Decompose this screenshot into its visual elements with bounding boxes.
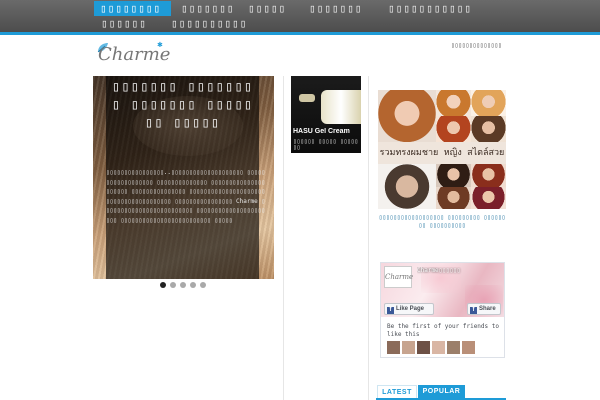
- top-navigation: ▯▯▯▯▯▯▯▯ ▯▯▯▯▯▯▯ ▯▯▯▯▯ ▯▯▯▯▯▯▯ ▯▯▯▯▯▯▯▯▯…: [0, 0, 600, 34]
- nav-item-7[interactable]: ▯▯▯▯▯▯▯▯▯▯: [171, 16, 249, 31]
- friend-avatar[interactable]: [402, 341, 415, 354]
- slider-dot[interactable]: [200, 282, 206, 288]
- facebook-icon: f: [470, 307, 477, 314]
- friend-avatar[interactable]: [432, 341, 445, 354]
- ad-photo: [471, 90, 506, 116]
- tab-popular[interactable]: POPULAR: [418, 385, 465, 399]
- like-page-button[interactable]: f Like Page: [384, 303, 434, 315]
- slider-dot[interactable]: [160, 282, 166, 288]
- friend-avatar[interactable]: [447, 341, 460, 354]
- column-divider-left: [283, 76, 284, 400]
- nav-item-6[interactable]: ▯▯▯▯▯▯: [101, 16, 155, 31]
- facebook-page-plugin: Charme Charme▯▯▯▯▯▯ f Like Page f Share Be…: [380, 262, 505, 358]
- nav-item-1[interactable]: ▯▯▯▯▯▯▯▯: [94, 1, 171, 16]
- ad-photo: [378, 164, 436, 209]
- ad-caption[interactable]: ▯▯▯▯▯▯▯▯▯▯▯▯▯▯▯▯▯▯ ▯▯▯▯▯▯▯▯▯ ▯▯▯▯▯▯▯▯ ▯▯…: [378, 214, 506, 230]
- post-subtitle: ▯▯▯▯▯▯ ▯▯▯▯▯ ▯▯▯▯▯▯▯: [293, 139, 359, 151]
- friend-avatar[interactable]: [462, 341, 475, 354]
- nav-item-5[interactable]: ▯▯▯▯▯▯▯▯▯▯▯: [388, 1, 481, 16]
- facebook-friends-text: Be the first of your friends to like thi…: [387, 323, 499, 338]
- ad-photo: [436, 164, 471, 187]
- slider-dot[interactable]: [170, 282, 176, 288]
- ad-photo: [471, 116, 506, 142]
- share-label: Share: [479, 306, 496, 312]
- header-right-text[interactable]: ▯▯▯▯▯▯▯▯▯▯▯▯▯▯: [451, 42, 511, 52]
- nav-item-4[interactable]: ▯▯▯▯▯▯▯: [309, 1, 371, 16]
- facebook-page-avatar[interactable]: Charme: [384, 266, 413, 288]
- post-title[interactable]: HASU Gel Cream: [293, 128, 359, 138]
- facebook-icon: f: [387, 307, 394, 314]
- friend-avatar[interactable]: [387, 341, 400, 354]
- ad-photo: [436, 90, 471, 116]
- nav-item-3[interactable]: ▯▯▯▯▯: [248, 1, 293, 16]
- tab-latest[interactable]: LATEST: [377, 385, 417, 399]
- like-page-label: Like Page: [396, 306, 425, 312]
- slide-title[interactable]: ▯▯▯▯▯▯▯ ▯▯▯▯▯▯▯▯ ▯▯▯▯▯▯▯ ▯▯▯▯▯▯▯ ▯▯▯▯▯: [109, 78, 256, 164]
- share-button[interactable]: f Share: [467, 303, 501, 315]
- slider-dot[interactable]: [180, 282, 186, 288]
- ad-photo: [436, 187, 471, 209]
- nav-accent-stripe: [0, 32, 600, 35]
- nav-item-2[interactable]: ▯▯▯▯▯▯▯: [181, 1, 233, 16]
- ad-photo: [471, 187, 506, 209]
- star-icon: ✱: [157, 41, 163, 49]
- product-jar-image: [321, 90, 361, 124]
- ad-banner-text: รวมทรงผมชาย หญิง สไตล์สวย: [379, 148, 505, 158]
- site-logo[interactable]: Charme ✱: [96, 41, 170, 68]
- slide-excerpt: ▯▯▯▯▯▯▯▯▯▯▯▯▯▯▯▯..▯▯▯▯▯▯▯▯▯▯▯▯▯▯▯▯▯▯▯▯ ▯…: [106, 169, 265, 224]
- slider-pagination: [160, 282, 210, 290]
- ad-photo: [378, 90, 436, 142]
- slider-dot[interactable]: [190, 282, 196, 288]
- friend-avatar[interactable]: [417, 341, 430, 354]
- ad-photo: [471, 164, 506, 187]
- facebook-page-name[interactable]: Charme▯▯▯▯▯▯: [417, 267, 497, 276]
- column-divider-right: [368, 76, 369, 400]
- product-cap-image: [299, 94, 315, 102]
- ad-photo: [436, 116, 471, 142]
